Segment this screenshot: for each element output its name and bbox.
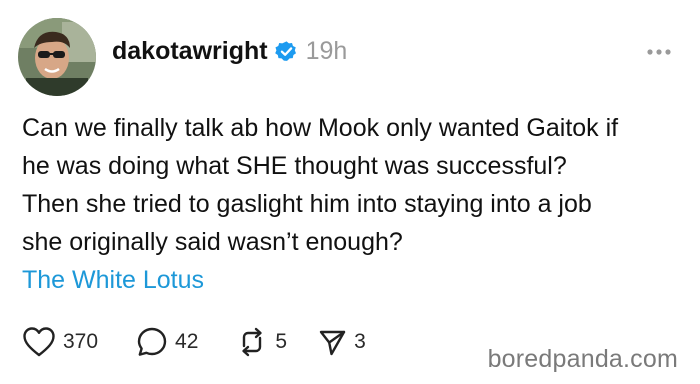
timestamp: 19h bbox=[305, 36, 348, 65]
repost-button[interactable]: 5 bbox=[236, 326, 287, 358]
post-text-line: Then she tried to gaslight him into stay… bbox=[22, 190, 592, 218]
username[interactable]: dakotawright bbox=[112, 37, 268, 66]
post-text-line: she originally said wasn’t enough? bbox=[22, 228, 403, 256]
avatar-photo bbox=[18, 18, 96, 96]
topic-tag-link[interactable]: The White Lotus bbox=[22, 261, 204, 299]
comment-icon bbox=[137, 327, 167, 356]
reply-button[interactable]: 42 bbox=[136, 326, 198, 358]
reply-count: 42 bbox=[175, 330, 199, 353]
more-options-icon[interactable] bbox=[646, 44, 672, 55]
heart-icon bbox=[23, 327, 55, 357]
share-button[interactable]: 3 bbox=[317, 327, 366, 357]
repost-icon bbox=[242, 327, 263, 357]
verified-badge-icon bbox=[274, 40, 298, 63]
post-header: dakotawright 19h bbox=[112, 34, 347, 68]
threads-post: dakotawright 19h Can we finally talk ab … bbox=[0, 0, 700, 384]
repost-count: 5 bbox=[275, 330, 288, 353]
like-count: 370 bbox=[63, 330, 99, 353]
avatar[interactable] bbox=[18, 18, 96, 96]
share-count: 3 bbox=[354, 330, 366, 353]
like-button[interactable]: 370 bbox=[22, 326, 98, 358]
post-text-line: he was doing what SHE thought was succes… bbox=[22, 152, 567, 180]
watermark: boredpanda.com bbox=[487, 345, 678, 373]
action-bar: 370 42 5 3 bbox=[22, 324, 366, 360]
post-body: Can we finally talk ab how Mook only wan… bbox=[22, 109, 682, 261]
send-icon bbox=[319, 330, 346, 356]
post-text-line: Can we finally talk ab how Mook only wan… bbox=[22, 114, 619, 142]
